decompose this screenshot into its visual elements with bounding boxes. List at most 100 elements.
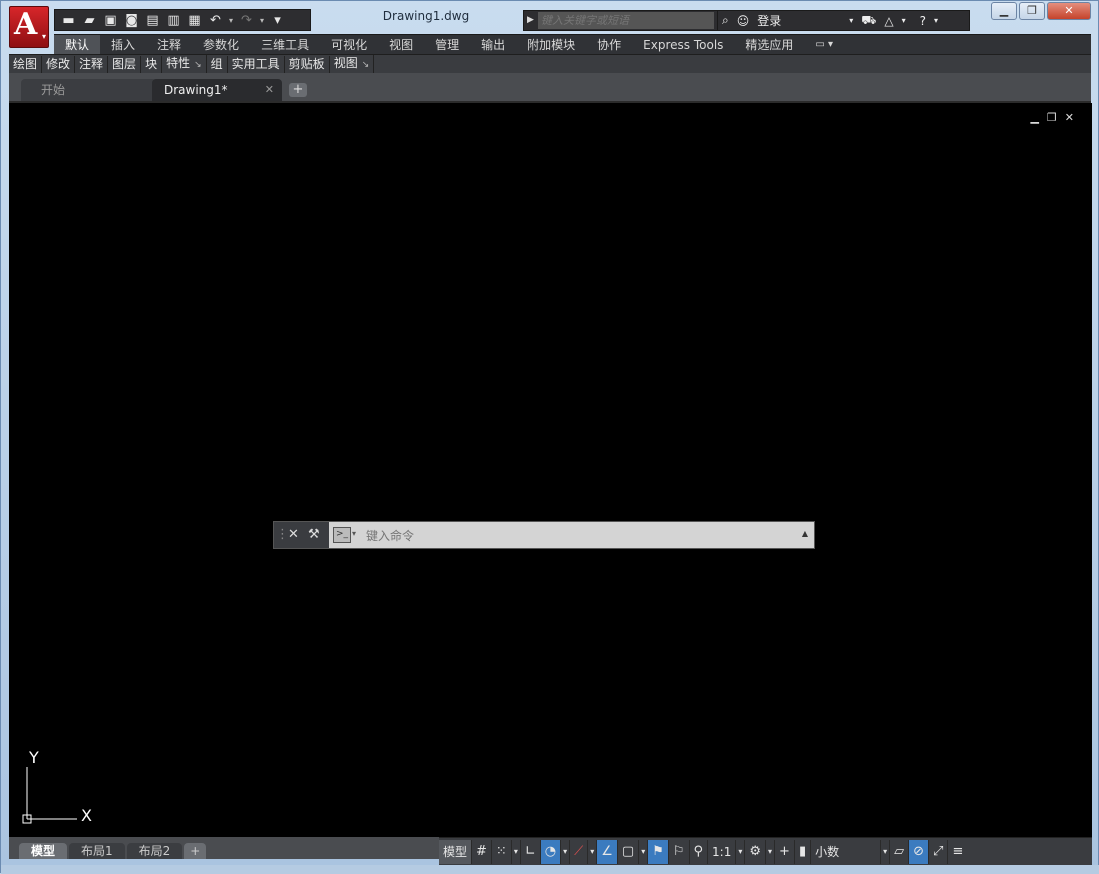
isolate-objects-icon[interactable]: ⊘	[909, 839, 930, 864]
recent-commands-dropdown-icon[interactable]: ▾	[352, 529, 356, 538]
polar-tracking-icon[interactable]: ◔	[540, 839, 562, 864]
polar-dropdown-icon[interactable]: ▾	[561, 839, 571, 864]
tab-visualize[interactable]: 可视化	[320, 35, 378, 55]
tab-collaborate[interactable]: 协作	[586, 35, 632, 55]
model-space-button[interactable]: 模型	[439, 839, 473, 864]
help-icon[interactable]: ?	[916, 14, 930, 28]
panel-clipboard[interactable]: 剪贴板	[285, 56, 330, 73]
search-input[interactable]	[538, 12, 714, 29]
customize-icon[interactable]: ▾	[267, 11, 288, 29]
snap-icon[interactable]: ⁙	[492, 839, 512, 864]
exchange-icon[interactable]: △	[880, 14, 897, 28]
tab-manage[interactable]: 管理	[424, 35, 470, 55]
panel-annotation[interactable]: 注释	[75, 56, 109, 73]
annotation-visibility-icon[interactable]: ⚑	[648, 839, 669, 864]
print-icon[interactable]: ▦	[184, 11, 205, 29]
tab-model[interactable]: 模型	[19, 843, 68, 859]
signin-dropdown-icon[interactable]: ▾	[845, 16, 857, 25]
annotation-scale-icon[interactable]: ⚲	[690, 839, 709, 864]
object-snap-icon[interactable]: ▢	[618, 839, 640, 864]
ortho-icon[interactable]: ∟	[521, 839, 541, 864]
command-history-icon[interactable]: ▲	[802, 529, 808, 538]
isodraft-dropdown-icon[interactable]: ▾	[588, 839, 598, 864]
viewport-minimize-icon[interactable]: ▁	[1030, 111, 1046, 124]
panel-block[interactable]: 块	[141, 56, 163, 73]
grid-icon[interactable]: #	[472, 839, 492, 864]
add-layout-button[interactable]: +	[184, 843, 207, 859]
panel-draw[interactable]: 绘图	[9, 56, 43, 73]
object-snap-tracking-icon[interactable]: ∠	[597, 839, 618, 864]
open-web-icon[interactable]: ▤	[142, 11, 163, 29]
isodraft-icon[interactable]: ⟋	[570, 839, 589, 864]
wrench-icon[interactable]: ⚒	[308, 527, 320, 542]
tab-drawing1[interactable]: Drawing1* ✕	[152, 79, 282, 101]
workspace-dropdown-icon[interactable]: ▾	[766, 839, 776, 864]
tab-annotate[interactable]: 注释	[146, 35, 192, 55]
units-select[interactable]: 小数	[811, 839, 882, 864]
ribbon-toggle-icon[interactable]: ▭ ▾	[804, 35, 844, 55]
new-icon[interactable]: ▬	[58, 11, 79, 29]
tab-output[interactable]: 输出	[470, 35, 516, 55]
tab-view[interactable]: 视图	[378, 35, 424, 55]
command-prompt-icon[interactable]: >_	[333, 527, 351, 543]
close-icon[interactable]: ✕	[1047, 2, 1091, 20]
viewport-close-icon[interactable]: ✕	[1065, 111, 1082, 124]
undo-icon[interactable]: ↶	[205, 11, 226, 29]
user-icon[interactable]: ☺	[733, 14, 754, 28]
crosshair-icon[interactable]: +	[775, 839, 795, 864]
workspace-gear-icon[interactable]: ⚙	[745, 839, 767, 864]
snap-dropdown-icon[interactable]: ▾	[512, 839, 521, 864]
panel-layers[interactable]: 图层	[108, 56, 142, 73]
panel-utilities[interactable]: 实用工具	[228, 56, 285, 73]
viewport-restore-icon[interactable]: ❐	[1047, 111, 1065, 124]
tab-start[interactable]: 开始	[21, 79, 156, 101]
scale-dropdown-icon[interactable]: ▾	[736, 839, 746, 864]
panel-groups[interactable]: 组	[207, 56, 228, 73]
panel-properties[interactable]: 特性 ↘	[162, 55, 207, 74]
save-web-icon[interactable]: ▥	[163, 11, 184, 29]
save-icon[interactable]: ▣	[100, 11, 121, 29]
units-dropdown-icon[interactable]: ▾	[881, 839, 891, 864]
redo-icon[interactable]: ↷	[236, 11, 257, 29]
tab-layout2[interactable]: 布局2	[126, 843, 183, 859]
save-as-icon[interactable]: ◙	[121, 11, 142, 29]
open-icon[interactable]: ▰	[79, 11, 100, 29]
annotation-scale-value[interactable]: 1:1	[708, 839, 737, 864]
auto-scale-icon[interactable]: ⚐	[669, 839, 690, 864]
cart-icon[interactable]: ⛟	[857, 13, 880, 29]
close-command-icon[interactable]: ✕	[288, 527, 299, 542]
help-dropdown-icon[interactable]: ▾	[930, 16, 942, 25]
panel-modify[interactable]: 修改	[42, 56, 76, 73]
command-line-grip[interactable]: ⋮ ✕ ⚒	[274, 522, 329, 548]
quick-properties-icon[interactable]: ▱	[890, 839, 910, 864]
tab-featured-apps[interactable]: 精选应用	[734, 35, 804, 55]
search-expand-icon[interactable]: ▶	[527, 15, 534, 25]
panel-expand-icon[interactable]: ↘	[194, 60, 202, 70]
units-ruler-icon[interactable]: ▮	[795, 839, 812, 864]
exchange-dropdown-icon[interactable]: ▾	[898, 16, 910, 25]
tab-default[interactable]: 默认	[54, 35, 101, 55]
tab-insert[interactable]: 插入	[100, 35, 146, 55]
panel-view[interactable]: 视图 ↘	[330, 55, 375, 74]
drawing-canvas[interactable]: ▁❐✕ Y X ⋮ ✕ ⚒ >_ ▾ ▲	[9, 103, 1092, 837]
tab-layout1[interactable]: 布局1	[69, 843, 125, 859]
redo-dropdown-icon[interactable]: ▾	[257, 16, 267, 25]
application-menu-button[interactable]: A ▾	[9, 6, 49, 48]
close-tab-icon[interactable]: ✕	[265, 79, 274, 101]
new-tab-button[interactable]: +	[289, 83, 307, 97]
panel-expand-icon[interactable]: ↘	[362, 60, 370, 70]
tab-addins[interactable]: 附加模块	[516, 35, 586, 55]
tab-parametric[interactable]: 参数化	[192, 35, 250, 55]
minimize-icon[interactable]: ▁	[991, 2, 1017, 20]
binoculars-icon[interactable]: ⌕	[718, 13, 733, 28]
fullscreen-icon[interactable]: ⤢	[929, 839, 949, 864]
signin-link[interactable]: 登录	[753, 12, 785, 29]
tab-express-tools[interactable]: Express Tools	[632, 35, 734, 55]
command-input[interactable]	[364, 526, 788, 546]
restore-icon[interactable]: ❐	[1019, 2, 1045, 20]
application-window: ▬ ▰ ▣ ◙ ▤ ▥ ▦ ↶ ▾ ↷ ▾ ▾ Drawing1.dwg ▶ ⌕…	[0, 0, 1099, 874]
object-snap-dropdown-icon[interactable]: ▾	[639, 839, 649, 864]
undo-dropdown-icon[interactable]: ▾	[226, 16, 236, 25]
tab-3d-tools[interactable]: 三维工具	[250, 35, 320, 55]
customize-menu-icon[interactable]: ≡	[948, 840, 967, 864]
